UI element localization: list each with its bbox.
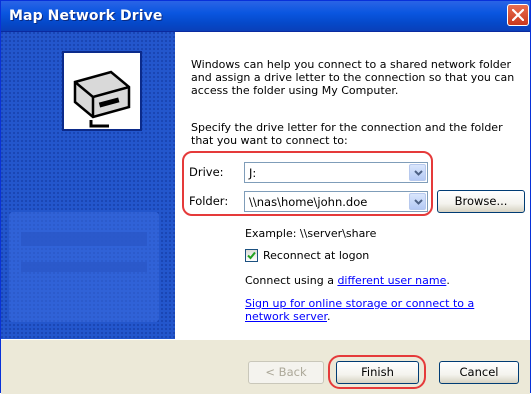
connect-using-line: Connect using a different user name.	[245, 274, 450, 287]
finish-button[interactable]: Finish	[336, 361, 419, 384]
close-button[interactable]	[507, 4, 529, 26]
folder-value: \\nas\home\john.doe	[249, 195, 368, 209]
back-button[interactable]: < Back	[248, 361, 324, 384]
cancel-button[interactable]: Cancel	[439, 361, 519, 384]
drive-dropdown-arrow[interactable]	[409, 164, 426, 181]
reconnect-checkbox[interactable]	[245, 249, 258, 262]
title-bar[interactable]: Map Network Drive	[1, 1, 530, 32]
connect-using-prefix: Connect using a	[245, 274, 338, 287]
drive-label: Drive:	[189, 165, 224, 179]
different-user-name-link[interactable]: different user name	[337, 274, 446, 287]
chevron-down-icon	[414, 170, 423, 176]
signup-line: Sign up for online storage or connect to…	[245, 297, 515, 323]
folder-label: Folder:	[189, 194, 229, 208]
window-title: Map Network Drive	[9, 8, 163, 24]
network-drive-illustration	[1, 32, 175, 339]
signup-link-line2[interactable]: network server	[245, 310, 327, 323]
drive-icon	[62, 51, 142, 131]
close-icon	[512, 9, 524, 21]
reconnect-label[interactable]: Reconnect at logon	[263, 249, 369, 262]
wizard-side-art	[1, 32, 175, 339]
intro-text: Windows can help you connect to a shared…	[191, 58, 515, 97]
example-text: Example: \\server\share	[245, 227, 377, 240]
checkmark-icon	[247, 251, 256, 260]
drive-select[interactable]: J:	[244, 162, 428, 183]
folder-dropdown-arrow[interactable]	[409, 193, 426, 210]
signup-suffix: .	[326, 310, 331, 323]
browse-button[interactable]: Browse...	[437, 190, 525, 213]
wizard-footer: < Back Finish Cancel	[1, 339, 530, 394]
signup-link-line1[interactable]: Sign up for online storage or connect to…	[245, 297, 474, 310]
folder-input[interactable]: \\nas\home\john.doe	[244, 191, 428, 212]
wizard-content: Windows can help you connect to a shared…	[175, 32, 530, 339]
connect-using-suffix: .	[446, 274, 450, 287]
map-network-drive-window: Map Network Drive Windows can help you c…	[0, 0, 531, 394]
drive-value: J:	[249, 166, 257, 180]
chevron-down-icon	[414, 199, 423, 205]
instructions-text: Specify the drive letter for the connect…	[191, 121, 503, 147]
